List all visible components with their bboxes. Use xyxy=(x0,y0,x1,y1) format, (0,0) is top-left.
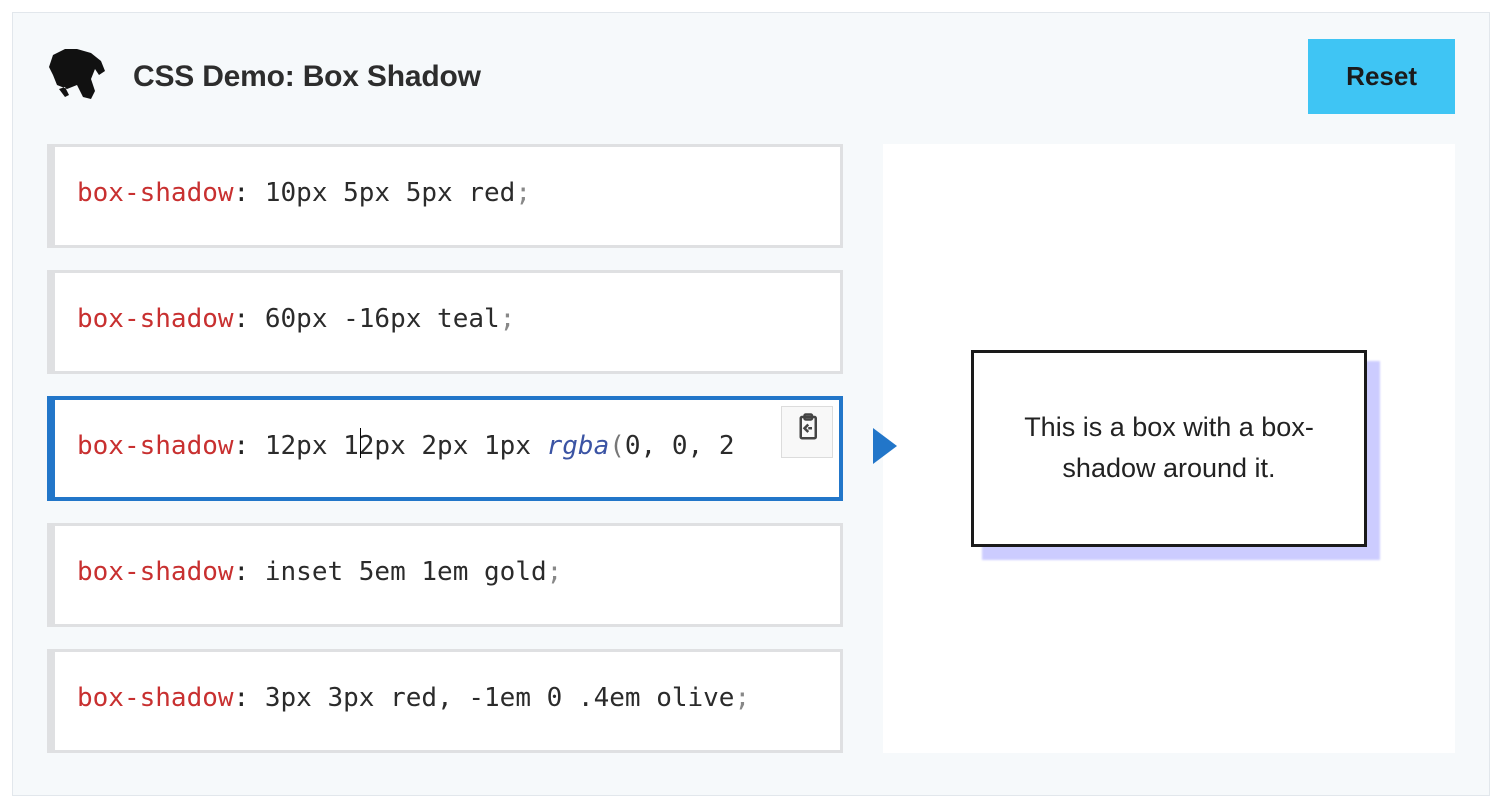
css-property: box-shadow xyxy=(77,178,234,208)
css-value-after-caret: 2px 2px 1px xyxy=(359,431,547,461)
reset-button[interactable]: Reset xyxy=(1308,39,1455,114)
colon: : xyxy=(234,178,250,208)
preview-text: This is a box with a box-shadow around i… xyxy=(1024,412,1314,484)
css-property: box-shadow xyxy=(77,557,234,587)
semicolon: ; xyxy=(547,557,563,587)
selection-arrow-icon xyxy=(873,428,897,464)
css-value: 60px -16px teal xyxy=(265,304,500,334)
code-choice-2[interactable]: box-shadow: 12px 12px 2px 1px rgba(0, 0,… xyxy=(47,396,843,502)
colon: : xyxy=(234,557,250,587)
colon: : xyxy=(234,683,250,713)
preview-box: This is a box with a box-shadow around i… xyxy=(971,350,1367,548)
css-args-partial: 0, 0, 2 xyxy=(625,431,735,461)
header: CSS Demo: Box Shadow Reset xyxy=(13,13,1489,124)
code-choices-list: box-shadow: 10px 5px 5px red; box-shadow… xyxy=(47,144,843,753)
content-row: box-shadow: 10px 5px 5px red; box-shadow… xyxy=(13,124,1489,783)
semicolon: ; xyxy=(515,178,531,208)
colon: : xyxy=(234,431,250,461)
open-paren: ( xyxy=(609,431,625,461)
code-choice-4[interactable]: box-shadow: 3px 3px red, -1em 0 .4em oli… xyxy=(47,649,843,753)
css-value: 3px 3px red, -1em 0 .4em olive xyxy=(265,683,735,713)
css-value-prefix: 12px 1 xyxy=(265,431,359,461)
colon: : xyxy=(234,304,250,334)
page-title: CSS Demo: Box Shadow xyxy=(133,60,481,94)
css-property: box-shadow xyxy=(77,431,234,461)
css-function: rgba xyxy=(547,431,610,461)
semicolon: ; xyxy=(734,683,750,713)
preview-pane: This is a box with a box-shadow around i… xyxy=(883,144,1455,753)
semicolon: ; xyxy=(500,304,516,334)
css-value: 10px 5px 5px red xyxy=(265,178,515,208)
css-demo-container: CSS Demo: Box Shadow Reset box-shadow: 1… xyxy=(12,12,1490,796)
css-property: box-shadow xyxy=(77,304,234,334)
css-property: box-shadow xyxy=(77,683,234,713)
clipboard-paste-icon xyxy=(792,412,822,452)
code-choice-3[interactable]: box-shadow: inset 5em 1em gold; xyxy=(47,523,843,627)
code-choice-0[interactable]: box-shadow: 10px 5px 5px red; xyxy=(47,144,843,248)
header-left: CSS Demo: Box Shadow xyxy=(47,45,481,109)
code-choice-1[interactable]: box-shadow: 60px -16px teal; xyxy=(47,270,843,374)
copy-to-clipboard-button[interactable] xyxy=(781,406,833,458)
css-value: inset 5em 1em gold xyxy=(265,557,547,587)
mdn-dino-icon xyxy=(47,45,111,109)
